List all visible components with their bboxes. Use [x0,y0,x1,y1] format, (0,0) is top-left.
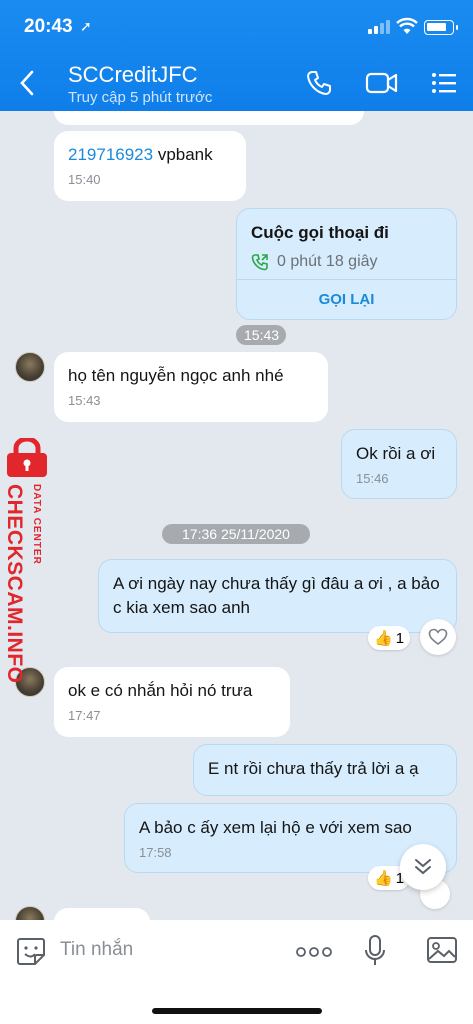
more-options-icon[interactable] [296,946,332,958]
message-text: họ tên nguyễn ngọc anh nhé [68,366,284,385]
message-time: 17:58 [139,844,172,860]
message-text: Ok rồi a ơi [356,444,436,463]
menu-list-icon[interactable] [430,69,458,97]
message-time: 15:40 [68,171,101,187]
battery-icon [424,20,458,35]
sticker-icon[interactable] [15,935,47,967]
heart-icon[interactable] [420,619,456,655]
location-arrow-icon: ➚ [80,18,92,34]
message-input[interactable]: Tin nhắn [60,939,133,961]
message-bubble[interactable]: E nt rồi chưa thấy trả lời a ạ [193,744,457,796]
back-arrow-icon[interactable] [16,68,40,98]
message-text: E nt rồi chưa thấy trả lời a ạ [208,759,419,778]
message-text: ok e có nhắn hỏi nó trưa [68,681,253,700]
chevron-double-down-icon [415,859,431,875]
message-bubble[interactable]: họ tên nguyễn ngọc anh nhé 15:43 [54,352,328,422]
outgoing-call-card[interactable]: Cuộc gọi thoại đi 0 phút 18 giây GỌI LẠI [236,208,457,320]
video-call-icon[interactable] [365,69,399,97]
reaction-badge[interactable]: 👍 1 [368,626,411,650]
lock-icon [7,438,47,477]
home-indicator [152,1008,322,1014]
wifi-icon [396,17,418,34]
image-gallery-icon[interactable] [426,935,458,965]
message-time: 15:46 [356,470,389,486]
avatar[interactable] [15,906,45,920]
thumbs-up-icon: 👍 [374,870,393,887]
message-time: 17:47 [68,707,101,723]
message-bubble[interactable]: 219716923 vpbank 15:40 [54,131,246,201]
message-bubble[interactable]: Ok rồi a ơi 15:46 [341,429,457,499]
contact-name[interactable]: SCCreditJFC [68,62,198,88]
message-text: A ơi ngày nay chưa thấy gì đâu a ơi , a … [113,574,440,617]
watermark-subtext: DATA CENTER [31,484,42,565]
message-bubble[interactable]: ok e có nhắn hỏi nó trưa 17:47 [54,667,290,737]
call-back-button[interactable]: GỌI LẠI [237,289,456,310]
chat-header: 20:43 ➚ SCCreditJFC Truy cập 5 phút trướ… [0,0,473,111]
message-text: A bảo c ấy xem lại hộ e với xem sao [139,818,412,837]
time-separator: 15:43 [236,325,286,345]
thumbs-up-icon: 👍 [374,630,393,647]
date-separator: 17:36 25/11/2020 [162,524,310,544]
partial-message-bubble[interactable] [54,908,150,920]
phone-icon[interactable] [305,69,333,97]
scroll-to-bottom-button[interactable] [400,844,446,890]
signal-icon [368,20,390,34]
last-seen: Truy cập 5 phút trước [68,89,213,106]
outgoing-call-icon [251,254,268,271]
call-duration: 0 phút 18 giây [277,252,378,270]
avatar[interactable] [15,352,45,382]
watermark-text: CHECKSCAM.INFO [3,484,26,684]
account-number-link[interactable]: 219716923 [68,145,153,164]
reaction-count: 1 [395,629,405,647]
message-text: vpbank [153,145,213,164]
message-list[interactable]: 219716923 vpbank 15:40 Cuộc gọi thoại đi… [0,111,473,920]
composer-bar: Tin nhắn [0,920,473,1024]
microphone-icon[interactable] [363,934,387,968]
message-time: 15:43 [68,392,101,408]
call-title: Cuộc gọi thoại đi [251,223,389,242]
message-bubble[interactable]: A ơi ngày nay chưa thấy gì đâu a ơi , a … [98,559,457,633]
status-time: 20:43 [24,16,73,37]
partial-message-bubble[interactable] [54,111,364,125]
